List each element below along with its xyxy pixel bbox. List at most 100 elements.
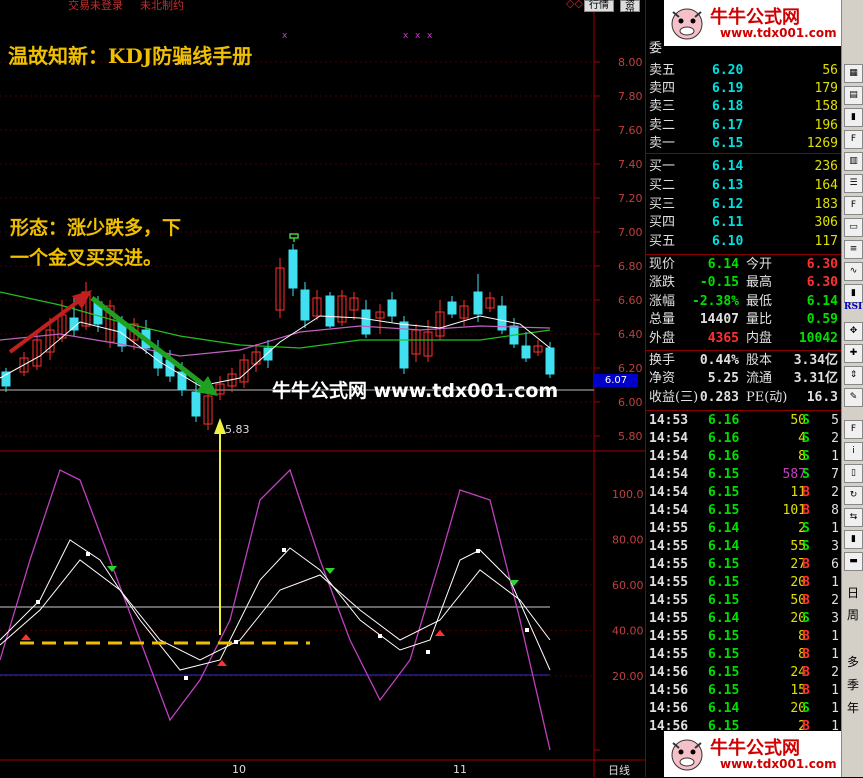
candle-body: [521, 345, 531, 359]
quote-stat-row[interactable]: 外盘 4365 内盘 10042: [646, 330, 842, 348]
f2-icon[interactable]: F: [844, 196, 863, 215]
buy-level-price: 6.11: [712, 215, 744, 231]
chart-options-icon[interactable]: ◇◇: [566, 0, 583, 10]
buy-level-row[interactable]: 买三 6.12 183: [646, 196, 842, 214]
tick-row[interactable]: 14:56 6.15 24 B 2: [646, 664, 842, 682]
quote-stat2-row[interactable]: 净资 5.25 流通 3.31亿: [646, 370, 842, 388]
news-tab-button[interactable]: 资讯: [620, 0, 640, 20]
stat-value-2: 10042: [798, 330, 838, 346]
sell-level-row[interactable]: 卖四 6.19 179: [646, 80, 842, 98]
tick-row[interactable]: 14:54 6.15 101 B 8: [646, 502, 842, 520]
stat2-value-2: 3.34亿: [793, 353, 838, 368]
sell-level-row[interactable]: 卖三 6.18 158: [646, 98, 842, 116]
sell-level-row[interactable]: 卖五 6.20 56: [646, 62, 842, 80]
candle-icon[interactable]: ▮: [844, 530, 863, 549]
volume-icon[interactable]: ▬: [844, 552, 863, 571]
buy-level-row[interactable]: 买一 6.14 236: [646, 158, 842, 176]
window-icon[interactable]: ▭: [844, 218, 863, 237]
tick-side: B: [802, 647, 810, 662]
tick-row[interactable]: 14:54 6.16 4 S 2: [646, 430, 842, 448]
indicator-axis-label: 80.00: [612, 534, 644, 547]
move-icon[interactable]: ✥: [844, 322, 863, 341]
tick-row[interactable]: 14:54 6.15 11 B 2: [646, 484, 842, 502]
bars-icon[interactable]: ▮: [844, 284, 863, 303]
cow-mascot-icon: [671, 8, 703, 40]
stack-icon[interactable]: ≡: [844, 240, 863, 259]
stat-value: 14407: [699, 312, 739, 328]
tick-price: 6.16: [708, 413, 740, 428]
tick-row[interactable]: 14:56 6.15 15 B 1: [646, 682, 842, 700]
scale-icon[interactable]: ⇕: [844, 366, 863, 385]
quote-stat2-row[interactable]: 收益(三) 0.283 PE(动) 16.3: [646, 389, 842, 407]
site-logo-bottom[interactable]: 牛牛公式网 www.tdx001.com: [664, 731, 860, 777]
quote-stat-row[interactable]: 现价 6.14 今开 6.30: [646, 256, 842, 274]
buy-level-row[interactable]: 买二 6.13 164: [646, 177, 842, 195]
kline-icon[interactable]: ▮: [844, 108, 863, 127]
tick-row[interactable]: 14:54 6.16 8 S 1: [646, 448, 842, 466]
period-quarter-button[interactable]: 季: [844, 676, 862, 693]
f10-icon[interactable]: F: [844, 130, 863, 149]
pen-icon[interactable]: ✎: [844, 388, 863, 407]
tick-row[interactable]: 14:53 6.16 50 S 5: [646, 412, 842, 430]
period-week-button[interactable]: 周: [844, 606, 862, 623]
sell-level-row[interactable]: 卖二 6.17 196: [646, 117, 842, 135]
kdj-point: [282, 548, 286, 552]
svg-text:x: x: [427, 31, 433, 41]
stat-label-2: 内盘: [746, 330, 773, 346]
f5-icon[interactable]: F: [844, 420, 863, 439]
logo-bottom-url: www.tdx001.com: [720, 757, 837, 771]
golden-cross-marker: [21, 634, 31, 640]
tick-row[interactable]: 14:55 6.14 2 S 1: [646, 520, 842, 538]
tick-row[interactable]: 14:55 6.14 20 S 3: [646, 610, 842, 628]
info-icon[interactable]: i: [844, 442, 863, 461]
buy-level-price: 6.12: [712, 196, 744, 212]
wave-icon[interactable]: ∿: [844, 262, 863, 281]
zoom-icon[interactable]: ▦: [844, 64, 863, 83]
low-price-label: 5.83: [225, 423, 250, 436]
buy-level-row[interactable]: 买五 6.10 117: [646, 233, 842, 251]
tick-row[interactable]: 14:55 6.15 50 B 2: [646, 592, 842, 610]
quote-stat2-row[interactable]: 换手 0.44% 股本 3.34亿: [646, 352, 842, 370]
tick-time: 14:56: [649, 665, 689, 680]
tick-row[interactable]: 14:55 6.15 20 B 1: [646, 574, 842, 592]
buy-level-volume: 164: [814, 177, 838, 193]
stat-value-2: 6.14: [806, 293, 838, 309]
quote-stat-row[interactable]: 涨幅 -2.38% 最低 6.14: [646, 293, 842, 311]
tick-row[interactable]: 14:54 6.15 587 S 7: [646, 466, 842, 484]
sell-level-row[interactable]: 卖一 6.15 1269: [646, 135, 842, 153]
sell-level-volume: 196: [814, 117, 838, 133]
grid-icon[interactable]: ▥: [844, 152, 863, 171]
tick-row[interactable]: 14:56 6.14 20 S 1: [646, 700, 842, 718]
buy-level-volume: 183: [814, 196, 838, 212]
stat2-label-2: PE(动): [746, 389, 788, 405]
tick-row[interactable]: 14:55 6.15 27 B 6: [646, 556, 842, 574]
crosshair-icon[interactable]: ✚: [844, 344, 863, 363]
refresh-icon[interactable]: ↻: [844, 486, 863, 505]
tick-count: 2: [831, 431, 839, 446]
kdj-point: [184, 676, 188, 680]
price-axis-label: 7.00: [618, 226, 643, 239]
period-multi-button[interactable]: 多: [844, 653, 862, 670]
quote-stat-row[interactable]: 总量 14407 量比 0.59: [646, 311, 842, 329]
tick-price: 6.15: [708, 575, 740, 590]
stat-label: 外盘: [649, 330, 676, 346]
tick-price: 6.15: [708, 503, 740, 518]
tick-time: 14:56: [649, 701, 689, 716]
list-icon[interactable]: ☰: [844, 174, 863, 193]
tick-count: 2: [831, 485, 839, 500]
buy-level-row[interactable]: 买四 6.11 306: [646, 214, 842, 232]
chart-tool-icon[interactable]: ▤: [844, 86, 863, 105]
compare-icon[interactable]: ⇆: [844, 508, 863, 527]
tick-row[interactable]: 14:55 6.15 8 B 1: [646, 628, 842, 646]
rsi-button[interactable]: RSI: [844, 302, 862, 312]
indicator-axis-label: 40.00: [612, 625, 644, 638]
quote-stat-row[interactable]: 涨跌 -0.15 最高 6.30: [646, 274, 842, 292]
period-day-button[interactable]: 日: [844, 584, 862, 601]
bars2-icon[interactable]: ▯: [844, 464, 863, 483]
tick-row[interactable]: 14:55 6.14 55 S 3: [646, 538, 842, 556]
tick-row[interactable]: 14:55 6.15 8 B 1: [646, 646, 842, 664]
site-logo-top[interactable]: 牛牛公式网 www.tdx001.com: [664, 0, 860, 46]
quote-tab-button[interactable]: 行情: [584, 0, 614, 12]
period-label[interactable]: 日线: [608, 762, 630, 778]
period-year-button[interactable]: 年: [844, 699, 862, 716]
